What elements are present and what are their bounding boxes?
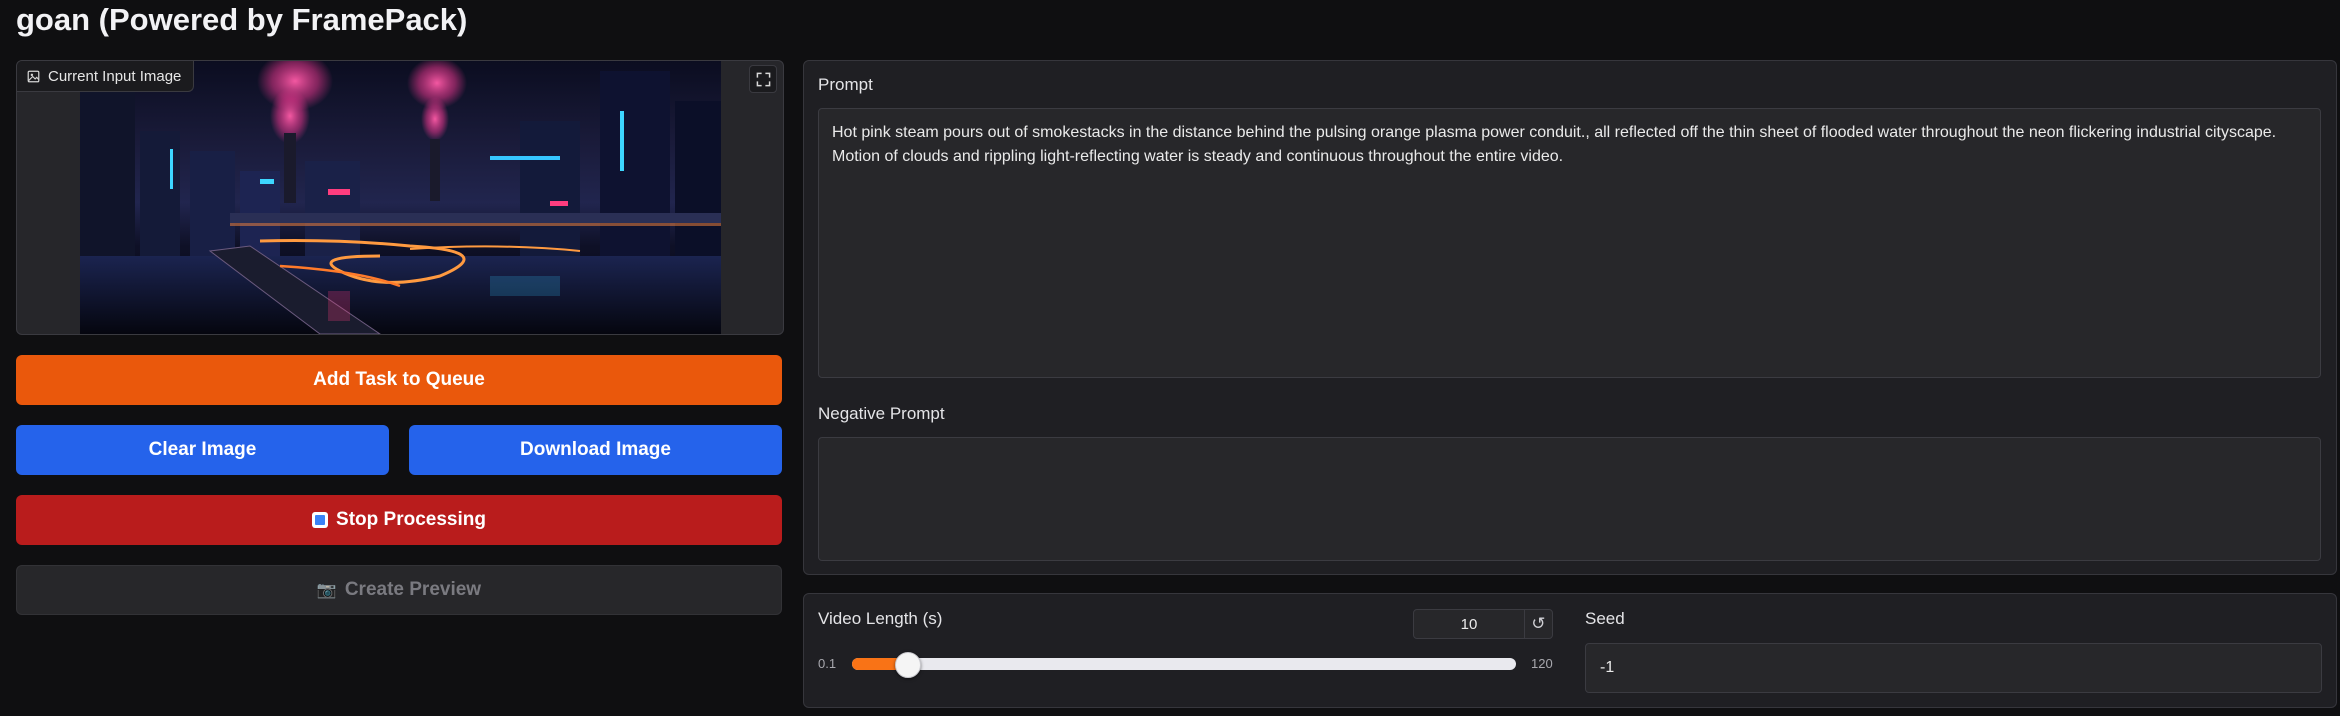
- stop-processing-label: Stop Processing: [336, 509, 486, 530]
- negative-prompt-label: Negative Prompt: [818, 404, 945, 423]
- prompt-label: Prompt: [818, 75, 873, 94]
- create-preview-button[interactable]: 📷 Create Preview: [16, 565, 782, 615]
- page-title: goan (Powered by FramePack): [16, 2, 468, 37]
- negative-prompt-textarea[interactable]: [818, 437, 2321, 561]
- image-panel-label: Current Input Image: [17, 61, 195, 92]
- camera-icon: 📷: [316, 582, 337, 599]
- cyberpunk-city-image: [80, 61, 721, 334]
- slider-max-label: 120: [1531, 656, 1553, 671]
- slider-thumb[interactable]: [894, 652, 921, 678]
- input-image-panel[interactable]: Current Input Image: [16, 60, 784, 335]
- stop-square-icon: [312, 512, 329, 528]
- image-label-text: Current Input Image: [48, 67, 182, 85]
- reset-icon: ↺: [1531, 614, 1546, 633]
- download-image-button[interactable]: Download Image: [409, 425, 782, 475]
- seed-label: Seed: [1585, 609, 1625, 628]
- fullscreen-icon: [756, 72, 770, 86]
- image-icon: [27, 70, 40, 82]
- slider-min-label: 0.1: [818, 656, 837, 671]
- video-length-number: ↺: [1413, 609, 1553, 639]
- video-length-slider[interactable]: [852, 652, 1516, 678]
- stop-processing-button[interactable]: Stop Processing: [16, 495, 782, 545]
- fullscreen-button[interactable]: [749, 65, 777, 93]
- input-image: [80, 61, 721, 334]
- create-preview-label: Create Preview: [344, 579, 482, 600]
- video-length-label: Video Length (s): [818, 609, 943, 628]
- prompt-textarea[interactable]: [818, 108, 2321, 378]
- add-task-button[interactable]: Add Task to Queue: [16, 355, 782, 405]
- video-length-input[interactable]: [1414, 610, 1524, 638]
- clear-image-button[interactable]: Clear Image: [16, 425, 389, 475]
- reset-button[interactable]: ↺: [1524, 610, 1552, 638]
- seed-input[interactable]: [1585, 643, 2322, 693]
